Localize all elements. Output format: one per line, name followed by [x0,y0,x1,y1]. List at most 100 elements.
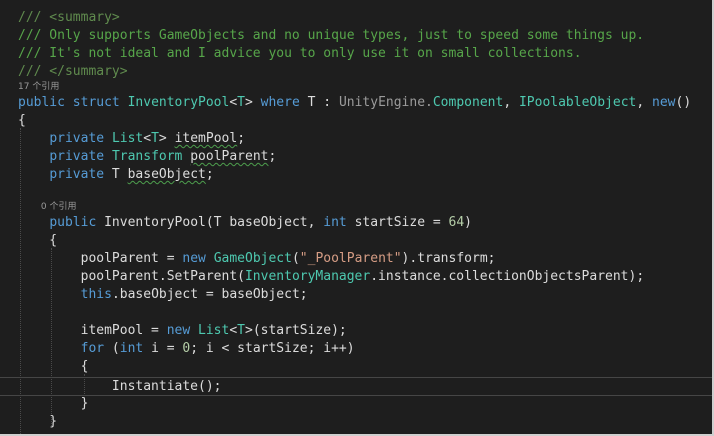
code-token: { [18,113,26,128]
code-token: /// </summary> [18,64,128,79]
code-line: } [0,395,712,413]
code-line: /// </summary> [0,63,712,81]
code-token: ) [464,215,472,230]
code-token: where [260,95,300,110]
code-token: > [158,131,175,146]
code-token: .instance.collectionObjectsParent); [370,269,645,284]
code-token: private [49,149,105,164]
code-token: new [652,95,676,110]
code-token: < [229,323,238,338]
code-line: { [0,358,712,376]
code-token: public [18,95,65,110]
code-token-unused: itemPool [174,131,238,146]
code-token: 64 [448,215,465,230]
code-token: int [119,341,144,356]
code-token: } [18,396,89,411]
code-token: /// Only supports GameObjects and no uni… [18,28,645,43]
code-token: IPoolableObject [518,95,637,110]
code-line: { [0,232,712,250]
code-token: >(startSize); [245,323,347,338]
code-token: < [143,131,152,146]
code-token: .baseObject = baseObject; [111,287,308,302]
code-token: T [104,167,128,182]
code-line: itemPool = new List<T>(startSize); [0,322,712,340]
code-token: > [245,95,261,110]
code-token: struct [72,95,120,110]
code-line: private List<T> itemPool; [0,130,712,148]
code-token: Instantiate(); [18,379,222,394]
code-line: private T baseObject; [0,166,712,184]
code-token: for [80,341,105,356]
code-token: { [18,359,89,374]
codelens-references[interactable]: 17 个引用 [0,80,712,94]
code-token: List [111,131,144,146]
code-token-unused: poolParent [190,149,269,164]
code-token: /// <summary> [18,10,120,25]
code-token: InventoryPool(T baseObject, [96,215,324,230]
code-token: () [675,95,692,110]
code-token: T : [299,95,339,110]
code-token: , [636,95,653,110]
code-token: ).transform; [401,251,496,266]
code-token: this [80,287,112,302]
code-token: Component [432,95,504,110]
code-line: } [0,413,712,431]
code-token: ; [268,149,277,164]
code-line: /// Only supports GameObjects and no uni… [0,27,712,45]
code-token: T [237,95,245,110]
code-line: public InventoryPool(T baseObject, int s… [0,214,712,232]
code-line: public struct InventoryPool<T> where T :… [0,94,712,112]
code-line: for (int i = 0; i < startSize; i++) [0,340,712,358]
code-editor[interactable]: /// <summary> /// Only supports GameObjec… [0,0,714,436]
code-line-current: Instantiate(); [0,377,712,396]
code-token: T [237,323,245,338]
codelens-references[interactable]: 0 个引用 [0,200,712,214]
code-token: UnityEngine. [338,95,433,110]
code-token: "_PoolParent" [299,251,402,266]
code-token: List [198,323,230,338]
code-token-unused: baseObject [127,167,206,182]
code-line: /// <summary> [0,9,712,27]
code-token: private [49,167,105,182]
code-line: private Transform poolParent; [0,148,712,166]
code-token: ; [205,167,214,182]
code-token: ( [104,341,120,356]
code-token: GameObject [213,251,292,266]
code-token: new [166,323,191,338]
code-token: ; [237,131,246,146]
code-token: < [229,95,238,110]
code-token: startSize = [346,215,449,230]
code-token: { [18,233,58,248]
code-token: itemPool = [18,323,167,338]
code-line: poolParent = new GameObject("_PoolParent… [0,250,712,268]
code-token: i = [143,341,183,356]
code-token: ( [291,251,300,266]
code-line: { [0,112,712,130]
code-token: /// It's not ideal and I advice you to o… [18,46,582,61]
code-token: InventoryPool [127,95,230,110]
code-line: this.baseObject = baseObject; [0,286,712,304]
code-token: Transform [111,149,183,164]
code-token: public [49,215,97,230]
code-token: InventoryManager [244,269,371,284]
code-token: poolParent = [18,251,183,266]
code-token: , [503,95,519,110]
code-token: int [323,215,347,230]
code-token: poolParent.SetParent( [18,269,245,284]
code-token: new [182,251,206,266]
code-token: private [49,131,105,146]
code-token: } [18,414,58,429]
